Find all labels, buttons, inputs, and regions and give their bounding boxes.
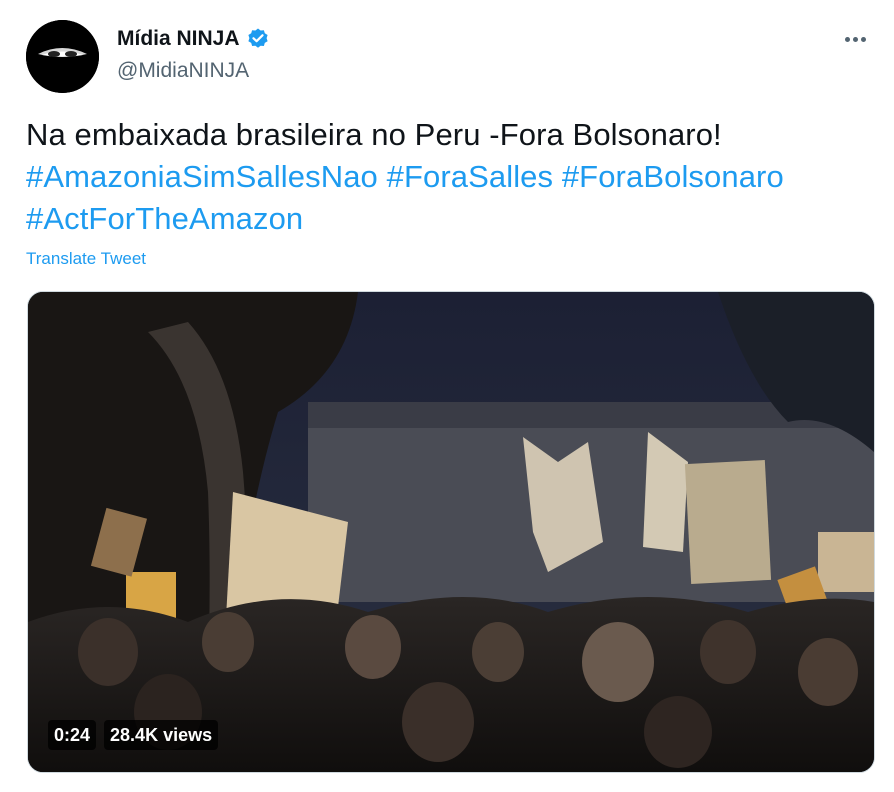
video-badges: 0:24 28.4K views (48, 720, 219, 750)
verified-badge-icon (246, 27, 270, 51)
ninja-logo-icon (26, 20, 99, 93)
tweet-text: Na embaixada brasileira no Peru -Fora Bo… (26, 114, 876, 240)
hashtag-link[interactable]: #ForaBolsonaro (562, 159, 784, 194)
translate-tweet-link[interactable]: Translate Tweet (26, 249, 146, 269)
more-options-button[interactable] (838, 26, 872, 52)
hashtag-link[interactable]: #ActForTheAmazon (26, 201, 303, 236)
author-name-row[interactable]: Mídia NINJA (117, 27, 270, 51)
hashtag-link[interactable]: #ForaSalles (387, 159, 554, 194)
more-options-icon-dot (860, 36, 866, 42)
video-thumbnail (28, 292, 874, 772)
more-options-icon-dot (852, 36, 858, 42)
author-display-name[interactable]: Mídia NINJA (117, 27, 240, 51)
video-views-badge: 28.4K views (104, 720, 219, 750)
author-handle[interactable]: @MidiaNINJA (117, 59, 249, 83)
tweet-body: Na embaixada brasileira no Peru -Fora Bo… (26, 117, 722, 152)
video-duration-badge: 0:24 (48, 720, 97, 750)
tweet-card: Mídia NINJA @MidiaNINJA Na embaixada bra… (0, 0, 894, 792)
more-options-icon (844, 36, 850, 42)
avatar[interactable] (26, 20, 99, 93)
hashtag-link[interactable]: #AmazoniaSimSallesNao (26, 159, 378, 194)
video-player[interactable] (27, 291, 875, 773)
